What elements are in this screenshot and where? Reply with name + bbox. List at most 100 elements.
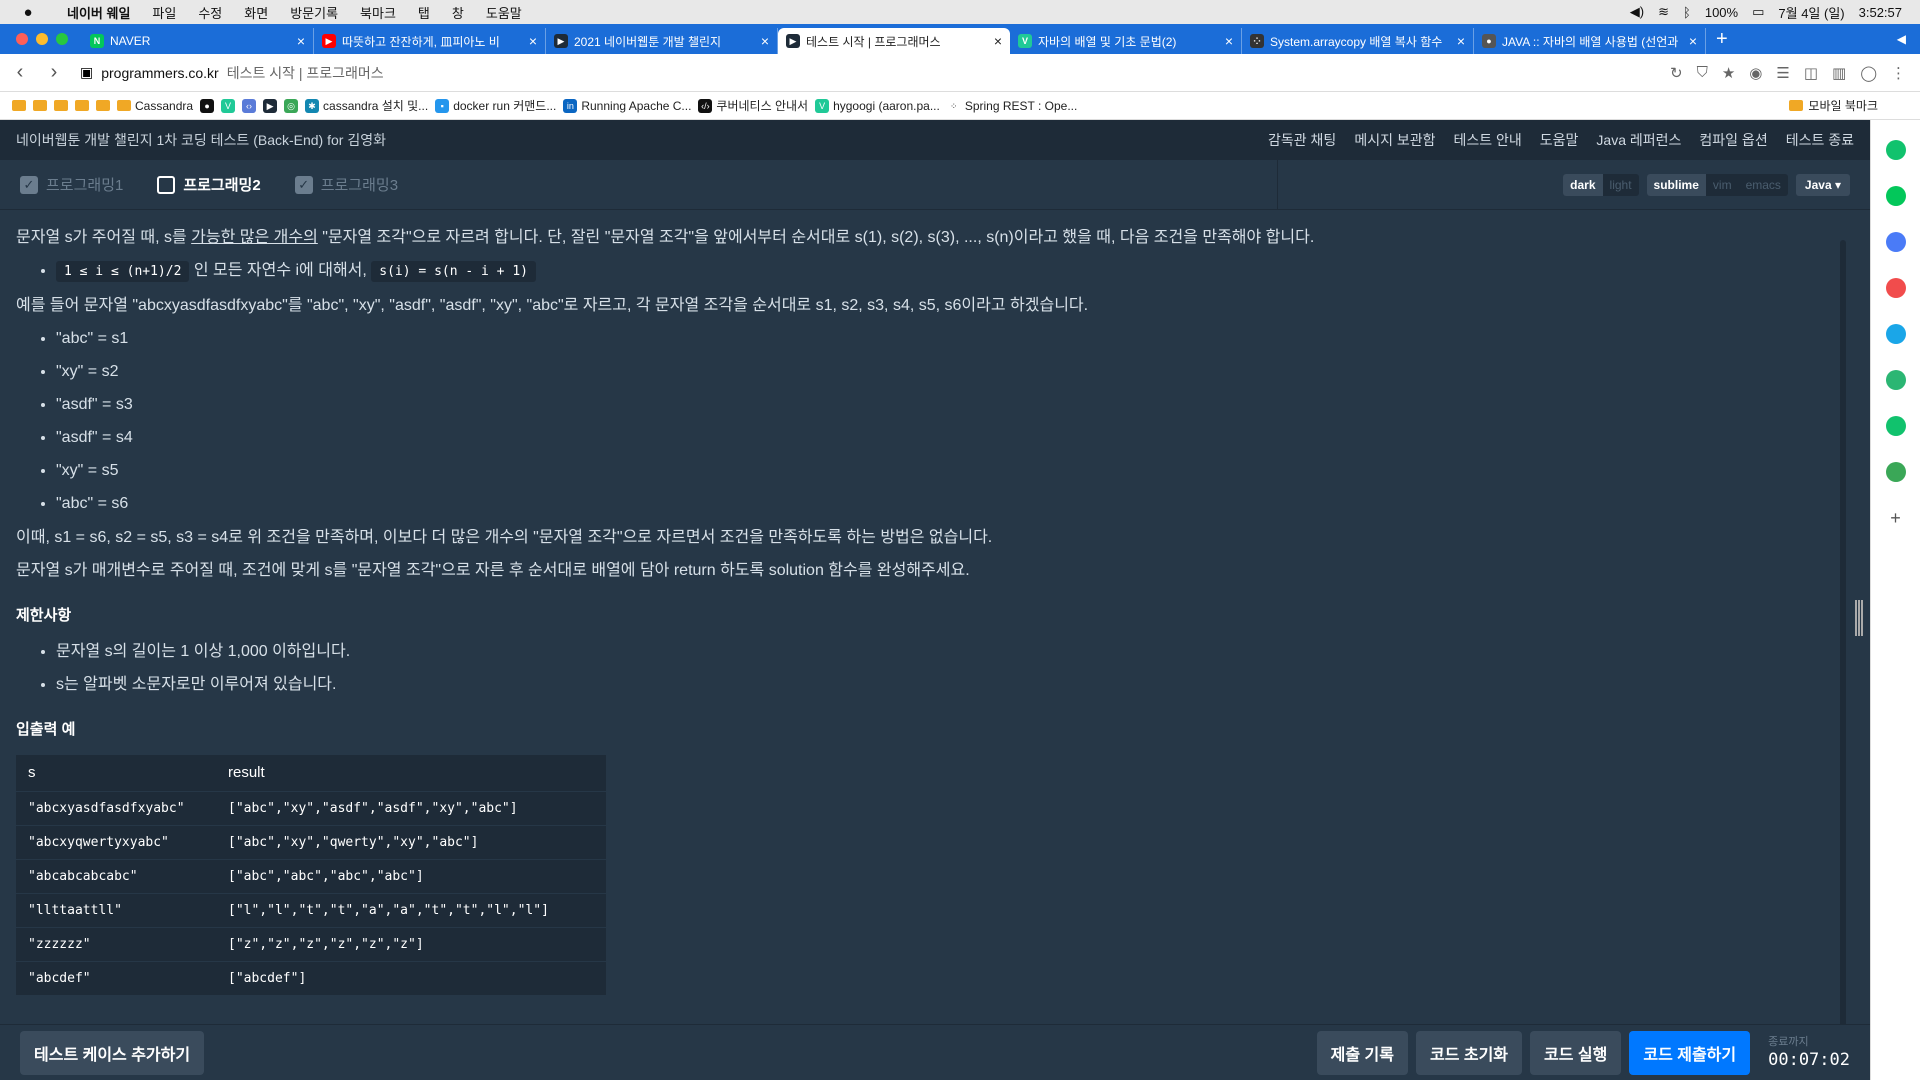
address-bar[interactable]: ▣ programmers.co.kr 테스트 시작 | 프로그래머스 <box>80 63 384 83</box>
close-tab-icon[interactable]: × <box>761 33 769 49</box>
chat-icon[interactable] <box>1885 186 1906 206</box>
tab-programming-2[interactable]: 프로그래밍2 <box>137 174 274 195</box>
bookmark-item[interactable]: Vhygoogi (aaron.pa... <box>815 98 940 113</box>
close-tab-icon[interactable]: × <box>1225 33 1233 49</box>
mobile-bookmarks[interactable]: 모바일 북마크 <box>1789 97 1920 114</box>
volume-icon[interactable]: ◀) <box>1630 4 1644 20</box>
add-icon[interactable]: + <box>1885 508 1906 528</box>
folder-icon[interactable] <box>54 100 68 111</box>
keymap-sublime-button[interactable]: sublime <box>1646 173 1706 196</box>
address-domain[interactable]: programmers.co.kr <box>101 65 218 81</box>
bookmark-folder[interactable]: Cassandra <box>117 99 193 113</box>
close-window-button[interactable] <box>16 33 28 45</box>
keymap-vim-button[interactable]: vim <box>1706 174 1739 196</box>
java-reference-link[interactable]: Java 레퍼런스 <box>1596 130 1681 150</box>
menu-item[interactable]: 북마크 <box>349 3 407 22</box>
language-select[interactable]: Java ▾ <box>1795 173 1850 196</box>
reset-code-button[interactable]: 코드 초기화 <box>1415 1030 1523 1075</box>
reading-list-icon[interactable]: ☰ <box>1776 64 1789 82</box>
tab-label: 프로그래밍2 <box>183 177 261 194</box>
end-test-link[interactable]: 테스트 종료 <box>1786 130 1854 150</box>
browser-tab[interactable]: N NAVER × <box>82 28 314 54</box>
menubar-date[interactable]: 7월 4일 (일) <box>1778 3 1844 22</box>
github-icon[interactable]: ● <box>200 98 215 113</box>
browser-tab[interactable]: ▶ 2021 네이버웹툰 개발 챌린지 × <box>546 28 778 54</box>
bookmark-item[interactable]: ⁘ Spring REST : Ope... <box>946 98 1077 113</box>
forward-icon[interactable]: › <box>40 61 68 84</box>
menu-item[interactable]: 탭 <box>407 3 441 22</box>
close-tab-icon[interactable]: × <box>1457 33 1465 49</box>
message-box-link[interactable]: 메시지 보관함 <box>1354 130 1435 150</box>
music-icon[interactable] <box>1885 370 1906 390</box>
extension-icon[interactable]: ◉ <box>1749 64 1762 82</box>
bookmark-item[interactable]: in Running Apache C... <box>563 98 691 113</box>
run-code-button[interactable]: 코드 실행 <box>1530 1030 1622 1075</box>
theme-dark-button[interactable]: dark <box>1563 173 1603 196</box>
folder-icon[interactable] <box>75 100 89 111</box>
reload-icon[interactable]: ↻ <box>1670 64 1683 82</box>
velog-icon[interactable]: V <box>221 98 236 113</box>
address-title[interactable]: 테스트 시작 | 프로그래머스 <box>227 63 384 83</box>
note-icon[interactable] <box>1885 462 1906 482</box>
battery-icon[interactable]: ▭ <box>1752 4 1764 20</box>
menu-item[interactable]: 파일 <box>141 3 187 22</box>
menu-item[interactable]: 수정 <box>187 3 233 22</box>
test-guide-link[interactable]: 테스트 안내 <box>1453 130 1521 150</box>
bookmark-item[interactable]: ▪ docker run 커맨드... <box>435 97 556 114</box>
wifi-icon[interactable]: ≋ <box>1658 4 1669 20</box>
keymap-emacs-button[interactable]: emacs <box>1739 174 1788 196</box>
theme-light-button[interactable]: light <box>1603 174 1639 196</box>
close-tab-icon[interactable]: × <box>529 33 537 49</box>
profile-icon[interactable]: ◯ <box>1860 64 1877 82</box>
close-tab-icon[interactable]: × <box>297 33 305 49</box>
folder-icon[interactable] <box>96 100 110 111</box>
translate-icon[interactable] <box>1885 324 1906 344</box>
shield-icon[interactable]: ⛉ <box>1697 64 1708 81</box>
camera-icon[interactable]: ◫ <box>1804 64 1818 82</box>
tab-list-icon[interactable]: ◀ <box>1897 32 1920 46</box>
code-icon[interactable]: ‹› <box>242 98 257 113</box>
bookmark-item[interactable]: ✱ cassandra 설치 및... <box>305 97 428 114</box>
browser-tab[interactable]: V 자바의 배열 및 기초 문법(2) × <box>1010 28 1242 54</box>
calendar-icon[interactable] <box>1885 232 1906 252</box>
shopping-icon[interactable] <box>1885 416 1906 436</box>
menu-item[interactable]: 도움말 <box>475 3 533 22</box>
more-icon[interactable]: ⋮ <box>1891 64 1906 82</box>
menu-item[interactable]: 화면 <box>233 3 279 22</box>
submit-code-button[interactable]: 코드 제출하기 <box>1629 1030 1751 1075</box>
compile-options-link[interactable]: 컴파일 옵션 <box>1699 130 1767 150</box>
menu-app-name[interactable]: 네이버 웨일 <box>56 3 141 22</box>
help-link[interactable]: 도움말 <box>1540 130 1579 150</box>
close-tab-icon[interactable]: × <box>1689 33 1697 49</box>
sidebar-toggle-icon[interactable]: ▥ <box>1832 64 1846 82</box>
browser-tab[interactable]: ● JAVA :: 자바의 배열 사용법 (선언과 × <box>1474 28 1706 54</box>
bookmark-star-icon[interactable]: ★ <box>1722 64 1735 82</box>
scrollbar-track[interactable] <box>1840 240 1846 1030</box>
bluetooth-icon[interactable]: ᛒ <box>1683 5 1691 20</box>
browser-tab[interactable]: ⁘ System.arraycopy 배열 복사 함수 × <box>1242 28 1474 54</box>
tab-programming-3[interactable]: ✓ 프로그래밍3 <box>275 174 412 195</box>
minimize-window-button[interactable] <box>36 33 48 45</box>
folder-icon[interactable] <box>33 100 47 111</box>
supervisor-chat-link[interactable]: 감독관 채팅 <box>1268 130 1336 150</box>
pocket-icon[interactable] <box>1885 278 1906 298</box>
programmers-icon[interactable]: ▶ <box>263 98 278 113</box>
submission-history-button[interactable]: 제출 기록 <box>1316 1030 1408 1075</box>
folder-icon[interactable] <box>12 100 26 111</box>
resize-handle[interactable] <box>1855 600 1863 636</box>
close-tab-icon[interactable]: × <box>994 33 1002 49</box>
back-icon[interactable]: ‹ <box>6 61 34 84</box>
browser-tab[interactable]: ▶ 따뜻하고 잔잔하게, 皿피아노 비 × <box>314 28 546 54</box>
add-test-case-button[interactable]: 테스트 케이스 추가하기 <box>20 1030 205 1075</box>
tab-programming-1[interactable]: ✓ 프로그래밍1 <box>0 174 137 195</box>
apple-icon[interactable]: ● <box>0 4 56 21</box>
whale-space-icon[interactable] <box>1885 140 1906 160</box>
browser-tab[interactable]: ▶ 테스트 시작 | 프로그래머스 × <box>778 28 1010 54</box>
menu-item[interactable]: 창 <box>441 3 475 22</box>
whatsapp-icon[interactable]: ◎ <box>284 98 299 113</box>
zoom-window-button[interactable] <box>56 33 68 45</box>
menu-item[interactable]: 방문기록 <box>279 3 349 22</box>
bookmark-item[interactable]: ‹/› 쿠버네티스 안내서 <box>698 97 808 114</box>
new-tab-button[interactable]: + <box>1706 28 1738 51</box>
menubar-time[interactable]: 3:52:57 <box>1859 5 1902 20</box>
